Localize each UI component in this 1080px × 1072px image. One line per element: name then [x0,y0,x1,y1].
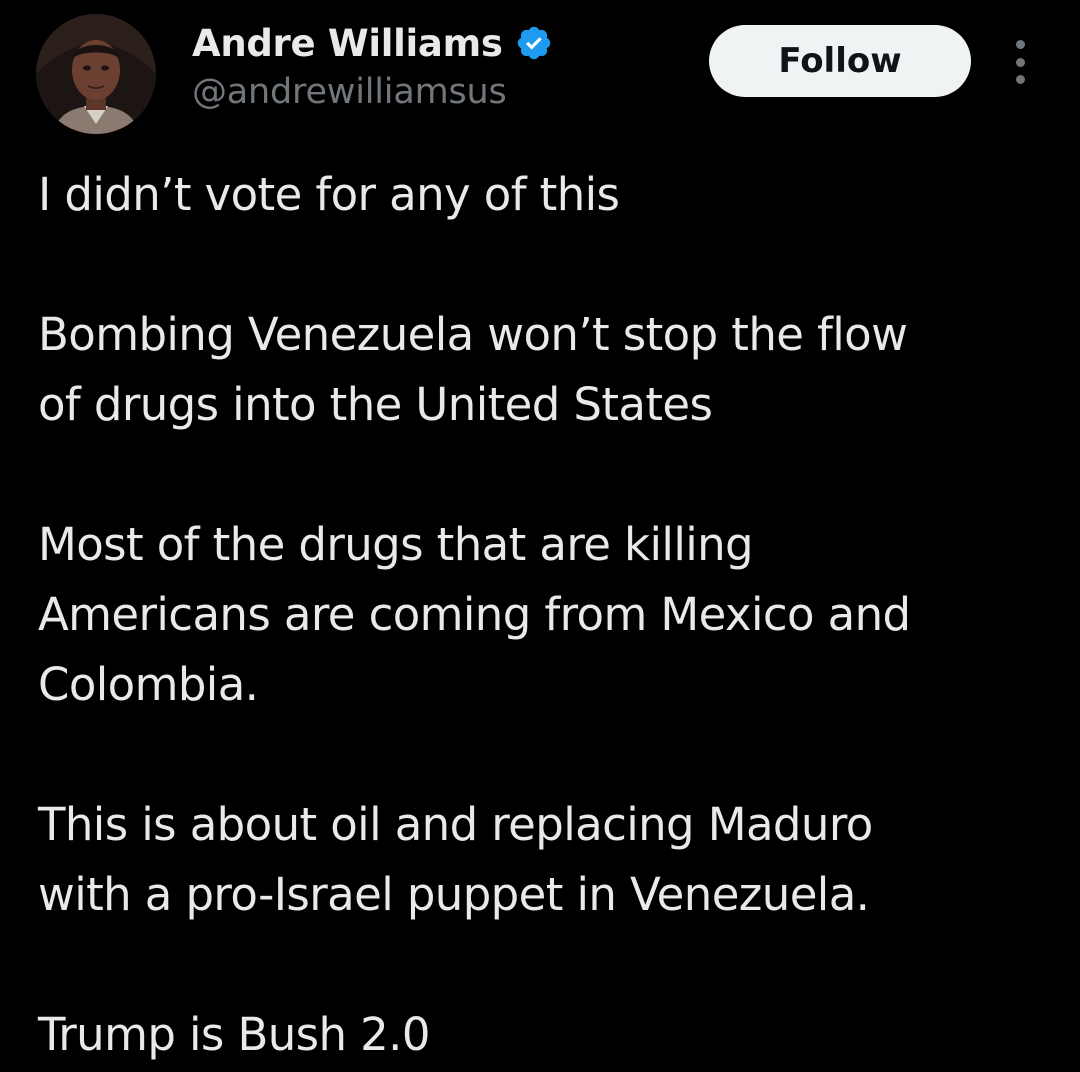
tweet-paragraph: Most of the drugs that are killing Ameri… [38,510,1058,720]
verified-badge-icon[interactable] [515,24,553,62]
text-line: with a pro-Israel puppet in Venezuela. [38,868,870,921]
name-row: Andre Williams [192,18,553,68]
text-line: Colombia. [38,658,259,711]
more-dot [1015,75,1025,84]
tweet-paragraph: This is about oil and replacing Maduro w… [38,790,1058,930]
more-dot [1015,40,1025,49]
text-line: Bombing Venezuela won’t stop the flow [38,308,908,361]
author-info: Andre Williams @andrewilliamsus [192,18,553,112]
profile-photo-icon [36,14,156,134]
follow-button[interactable]: Follow [709,25,971,97]
tweet-paragraph: Bombing Venezuela won’t stop the flow of… [38,300,1058,440]
text-line: This is about oil and replacing Maduro [38,798,873,851]
tweet: Andre Williams @andrewilliamsus Follow I… [0,0,1080,1072]
user-handle[interactable]: @andrewilliamsus [192,72,553,112]
more-dot [1015,57,1025,67]
tweet-paragraph: I didn’t vote for any of this [38,160,1058,230]
text-line: Most of the drugs that are killing [38,518,754,571]
text-line: Trump is Bush 2.0 [38,1008,430,1061]
text-line: I didn’t vote for any of this [38,168,620,221]
text-line: of drugs into the United States [38,378,713,431]
tweet-text: I didn’t vote for any of this Bombing Ve… [38,160,1058,1070]
avatar[interactable] [36,14,156,134]
tweet-paragraph: Trump is Bush 2.0 [38,1000,1058,1070]
text-line: Americans are coming from Mexico and [38,588,911,641]
display-name[interactable]: Andre Williams [192,22,503,65]
more-vertical-icon[interactable] [1003,40,1037,84]
tweet-header: Andre Williams @andrewilliamsus Follow [0,0,1080,150]
